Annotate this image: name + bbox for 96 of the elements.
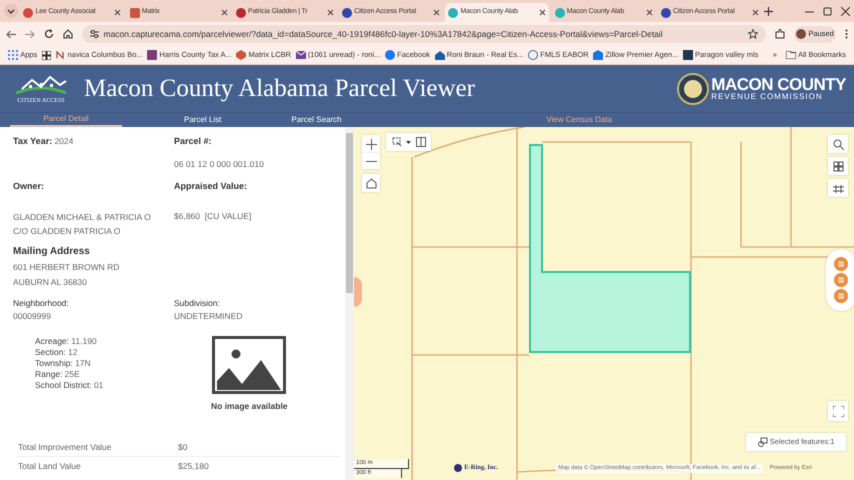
field-value: 11.190 [71, 336, 97, 348]
search-button[interactable] [828, 135, 848, 153]
field-value: 17N [75, 358, 91, 370]
field-value: 01 [94, 380, 104, 392]
field-value: AUBURN AL 36830 [13, 276, 88, 289]
field-value: 2024 [54, 135, 74, 148]
reload-icon[interactable] [44, 29, 54, 39]
zoom-out-button[interactable] [362, 153, 380, 169]
home-icon [366, 178, 376, 188]
star-icon[interactable] [748, 29, 758, 39]
favicon-icon [23, 8, 34, 18]
folder-icon [786, 51, 796, 59]
field-value: 25E [64, 369, 80, 380]
field-value: $25,180 [178, 460, 209, 472]
selection-icon [758, 437, 768, 447]
home-button[interactable] [362, 174, 380, 192]
page-title: Macon County Alabama Parcel Viewer [84, 74, 475, 104]
logo-icon [454, 464, 462, 472]
grid-icon [832, 160, 844, 172]
plus-icon [366, 138, 376, 150]
house-icon [593, 50, 604, 60]
tab-search-icon[interactable] [4, 4, 18, 18]
site-info-icon[interactable] [90, 30, 99, 38]
field-label: Section: [35, 347, 66, 358]
fullscreen-button[interactable] [828, 401, 848, 421]
field-label: Parcel #: [174, 135, 213, 148]
field-value: $0 [178, 441, 188, 454]
table-button[interactable] [828, 179, 848, 197]
home-icon[interactable] [63, 29, 73, 39]
table-icon [832, 182, 844, 194]
close-icon[interactable] [220, 9, 228, 16]
restore-icon[interactable] [823, 7, 832, 16]
field-label: Tax Year: [13, 135, 52, 148]
favicon-icon [448, 8, 458, 18]
collapse-handle[interactable] [354, 277, 362, 307]
section-heading: Mailing Address [13, 244, 91, 259]
bookmark-icon [55, 50, 66, 60]
image-caption: No image available [211, 400, 288, 413]
zoom-in-button[interactable] [362, 135, 380, 153]
field-label: Owner: [13, 180, 46, 194]
layers-button[interactable] [828, 157, 848, 175]
favicon-icon [130, 8, 140, 18]
field-label: Total Land Value [18, 460, 82, 472]
field-value: UNDETERMINED [174, 310, 242, 322]
extensions-icon[interactable] [774, 29, 785, 39]
field-value: $6,860 [CU VALUE] [174, 210, 252, 222]
close-icon[interactable] [114, 9, 122, 16]
nav-tab[interactable]: Parcel List [182, 113, 224, 127]
close-icon[interactable] [326, 9, 334, 16]
field-value: GLADDEN MICHAEL & PATRICIA O [13, 210, 152, 224]
field-value: 601 HERBERT BROWN RD [13, 260, 120, 274]
caret-icon [406, 140, 411, 144]
nav-tab[interactable]: Parcel Search [289, 113, 344, 127]
brand-subtitle: REVENUE COMMISSION [711, 93, 824, 101]
field-label: Appraised Value: [174, 180, 248, 194]
close-icon[interactable] [433, 9, 440, 16]
close-icon[interactable] [539, 9, 546, 16]
field-value: 12 [68, 347, 78, 358]
tab-groups-icon[interactable] [42, 50, 51, 60]
field-label: Neighborhood: [13, 296, 70, 310]
field-value: 06 01 12 0 000 001.010 [174, 158, 264, 170]
favicon-icon [236, 8, 246, 18]
field-label: Acreage: [35, 336, 70, 348]
close-icon[interactable] [752, 9, 759, 16]
square-icon [682, 50, 693, 60]
favicon-icon [660, 8, 671, 18]
field-label: Township: [35, 358, 73, 370]
select-tool[interactable] [386, 133, 431, 151]
field-label: School District: [35, 380, 92, 392]
brand-name: MACON COUNTY [711, 76, 846, 93]
mail-icon [296, 50, 306, 60]
favicon-icon [342, 8, 352, 18]
close-icon[interactable] [646, 9, 652, 16]
more-icon[interactable] [845, 29, 848, 39]
field-label: Subdivision: [174, 296, 221, 310]
house-icon [434, 50, 445, 60]
favicon-icon [554, 8, 564, 18]
field-label: Range: [35, 369, 62, 380]
close-icon[interactable] [841, 7, 850, 16]
search-icon [832, 138, 844, 150]
apps-icon [8, 50, 18, 60]
back-icon[interactable] [6, 30, 16, 38]
field-value: 00009999 [13, 310, 52, 322]
address-bar[interactable]: macon.capturecama.com/parcelviewer/?data_id=dataSource_40-1919f486fc0-layer-10%3A17842&page=Citizen-Access-Portal&views=Parcel-Detail [82, 25, 766, 43]
cube-icon [236, 50, 246, 60]
field-label: Total Improvement Value [18, 441, 112, 454]
circle-icon [384, 50, 395, 60]
selection-icon [392, 137, 402, 147]
globe-icon [528, 50, 538, 60]
scrollbar[interactable] [345, 127, 354, 480]
new-tab-icon[interactable] [764, 7, 773, 16]
fullscreen-icon [832, 406, 844, 416]
panel-icon [416, 137, 426, 147]
image-placeholder-icon [212, 336, 286, 394]
avatar-icon [796, 29, 806, 39]
field-value: C/O GLADDEN PATRICIA O [13, 224, 122, 238]
